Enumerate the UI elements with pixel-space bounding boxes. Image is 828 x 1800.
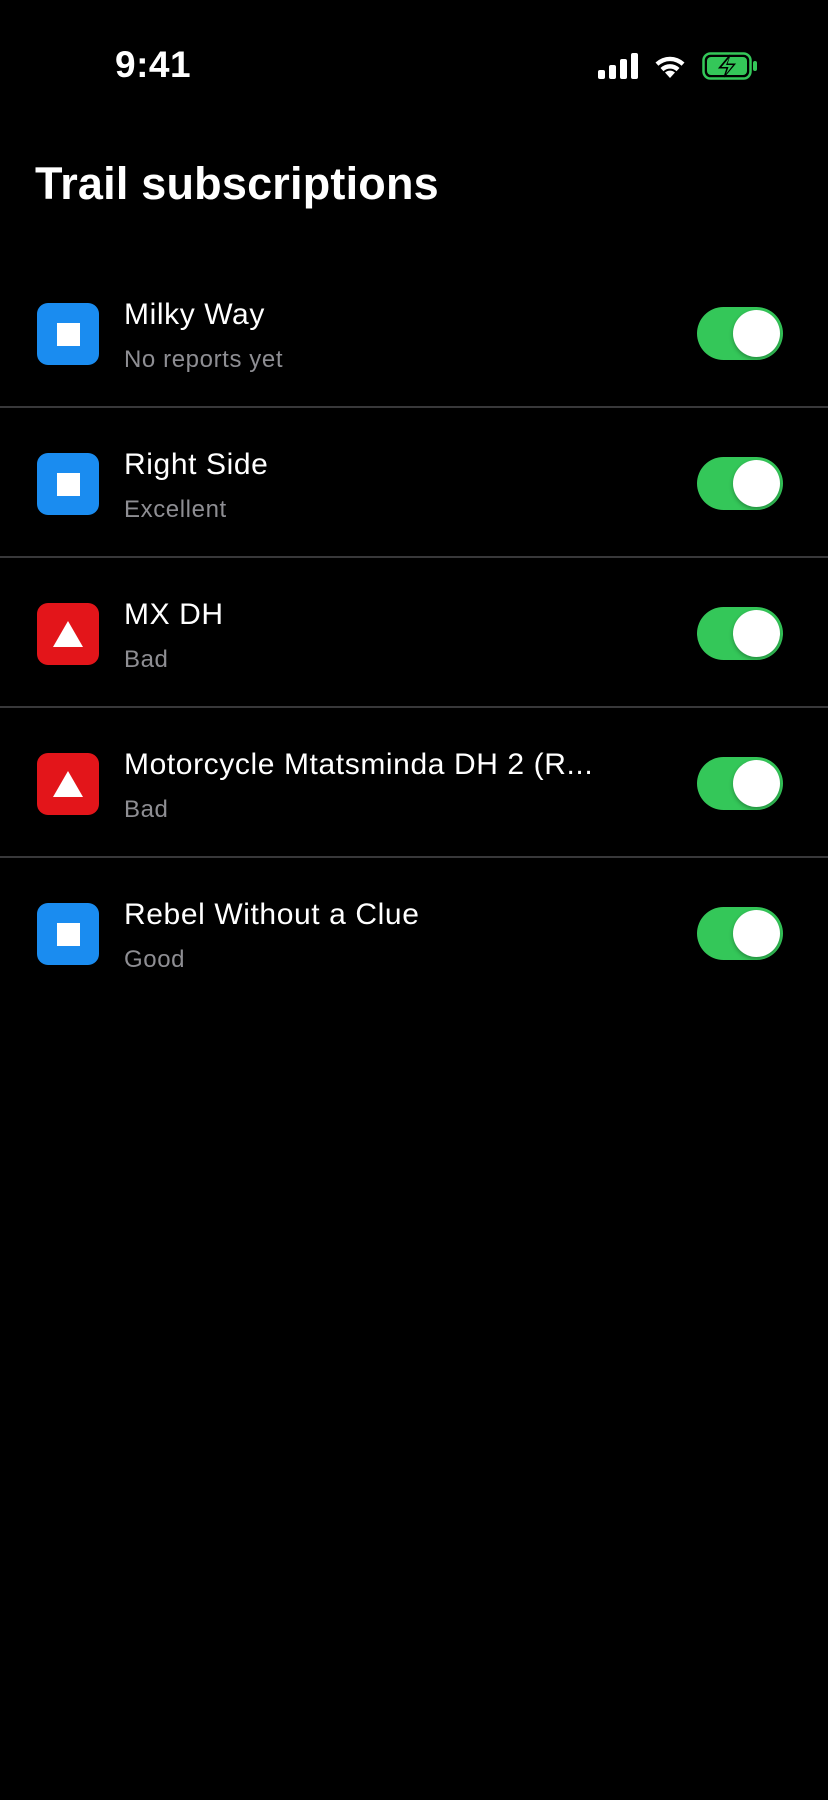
status-bar: 9:41 <box>0 0 828 120</box>
trail-row-mx-dh: MX DH Bad <box>0 558 828 708</box>
trail-subscription-list: Milky Way No reports yet Right Side Exce… <box>0 258 828 1008</box>
triangle-icon <box>37 753 99 815</box>
subscription-toggle[interactable] <box>697 757 783 810</box>
subscription-toggle[interactable] <box>697 907 783 960</box>
toggle-knob <box>733 760 780 807</box>
subscription-toggle[interactable] <box>697 457 783 510</box>
subscription-toggle[interactable] <box>697 607 783 660</box>
toggle-knob <box>733 610 780 657</box>
triangle-icon <box>37 603 99 665</box>
toggle-knob <box>733 910 780 957</box>
trail-name: Right Side <box>124 448 269 481</box>
trail-name: Milky Way <box>124 298 265 331</box>
wifi-icon <box>652 52 688 85</box>
trail-name: Motorcycle Mtatsminda DH 2 (R... <box>124 748 594 781</box>
subscription-toggle[interactable] <box>697 307 783 360</box>
trail-status: Excellent <box>124 496 227 523</box>
square-icon <box>37 903 99 965</box>
trail-status: Bad <box>124 796 169 823</box>
square-icon <box>37 453 99 515</box>
trail-status: Good <box>124 946 186 973</box>
trail-status: No reports yet <box>124 346 284 373</box>
status-icons <box>598 50 758 86</box>
square-icon <box>37 303 99 365</box>
status-time: 9:41 <box>115 44 192 85</box>
battery-charging-icon <box>702 51 758 85</box>
trail-row-right-side: Right Side Excellent <box>0 408 828 558</box>
trail-row-rebel-without-a-clue: Rebel Without a Clue Good <box>0 858 828 1008</box>
trail-row-milky-way: Milky Way No reports yet <box>0 258 828 408</box>
trail-name: Rebel Without a Clue <box>124 898 420 931</box>
cellular-signal-icon <box>598 52 638 84</box>
toggle-knob <box>733 460 780 507</box>
trail-name: MX DH <box>124 598 224 631</box>
trail-row-motorcycle-mtatsminda: Motorcycle Mtatsminda DH 2 (R... Bad <box>0 708 828 858</box>
page-title: Trail subscriptions <box>35 158 439 209</box>
toggle-knob <box>733 310 780 357</box>
trail-status: Bad <box>124 646 169 673</box>
